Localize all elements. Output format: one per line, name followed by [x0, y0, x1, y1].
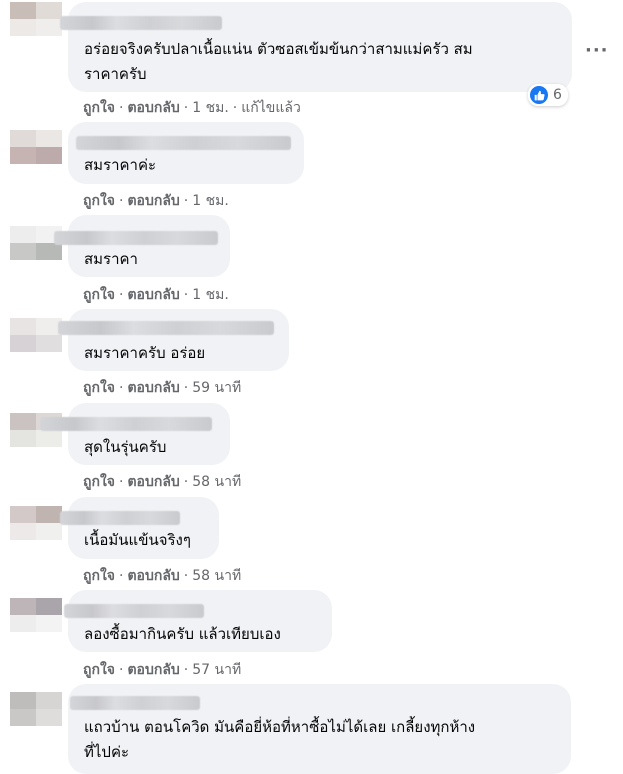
comment-bubble: สมราคา	[54, 215, 230, 277]
reaction-count: 6	[553, 87, 562, 103]
separator: ·	[119, 287, 124, 303]
separator: ·	[119, 474, 124, 490]
author-name[interactable]	[40, 417, 212, 431]
like-button[interactable]: ถูกใจ	[83, 474, 115, 490]
like-button[interactable]: ถูกใจ	[83, 380, 115, 396]
comment-bubble: ลองซื้อมากินครับ แล้วเทียบเอง	[64, 590, 332, 652]
separator: ·	[183, 568, 189, 584]
edited-label[interactable]: แก้ไขแล้ว	[241, 100, 301, 116]
reply-button[interactable]: ตอบกลับ	[127, 662, 179, 678]
comment-actions: ถูกใจ · ตอบกลับ · 58 นาที	[83, 565, 241, 587]
comment-text: สมราคาครับ อร่อย	[84, 344, 206, 362]
author-name[interactable]	[60, 511, 180, 525]
comment-bubble: สมราคาค่ะ	[68, 122, 304, 184]
avatar[interactable]	[10, 598, 62, 632]
comment-actions: ถูกใจ · ตอบกลับ · 58 นาที	[83, 471, 241, 493]
comment-bubble: สุดในรุ่นครับ	[40, 403, 230, 465]
comment-bubble: แถวบ้าน ตอนโควิด มันคือยี่ห้อที่หาซื้อไม…	[68, 684, 571, 774]
comment-text: สุดในรุ่นครับ	[84, 438, 167, 456]
comment-text: ลองซื้อมากินครับ แล้วเทียบเอง	[84, 625, 281, 643]
comment-actions: ถูกใจ · ตอบกลับ · 59 นาที	[83, 377, 241, 399]
avatar[interactable]	[10, 692, 62, 726]
author-name[interactable]	[64, 604, 204, 618]
reply-button[interactable]: ตอบกลับ	[127, 380, 179, 396]
separator: ·	[183, 380, 189, 396]
separator: ·	[119, 568, 124, 584]
timestamp[interactable]: 1 ชม.	[192, 287, 229, 303]
comment-actions: ถูกใจ · ตอบกลับ · 1 ชม.	[83, 190, 229, 212]
comment-text: สมราคา	[84, 250, 138, 268]
comment-actions: ถูกใจ · ตอบกลับ · 1 ชม. · แก้ไขแล้ว	[83, 97, 301, 119]
timestamp[interactable]: 58 นาที	[192, 474, 241, 490]
comment-text: ราคาครับ	[84, 65, 147, 83]
like-button[interactable]: ถูกใจ	[83, 662, 115, 678]
comment-actions: ถูกใจ · ตอบกลับ · 1 ชม.	[83, 284, 229, 306]
avatar[interactable]	[10, 318, 62, 352]
author-name[interactable]	[54, 231, 218, 245]
timestamp[interactable]: 1 ชม.	[192, 193, 229, 209]
author-name[interactable]	[70, 696, 200, 710]
separator: ·	[183, 287, 189, 303]
avatar[interactable]	[10, 2, 62, 36]
reply-button[interactable]: ตอบกลับ	[127, 100, 179, 116]
timestamp[interactable]: 57 นาที	[192, 662, 241, 678]
separator: ·	[119, 380, 124, 396]
comment-text: สมราคาค่ะ	[84, 156, 157, 174]
reply-button[interactable]: ตอบกลับ	[127, 287, 179, 303]
author-name[interactable]	[76, 136, 291, 150]
avatar[interactable]	[10, 130, 62, 164]
author-name[interactable]	[60, 16, 222, 30]
avatar[interactable]	[10, 506, 62, 540]
like-button[interactable]: ถูกใจ	[83, 100, 115, 116]
separator: ·	[119, 100, 124, 116]
reaction-badge[interactable]: 6	[528, 84, 568, 106]
timestamp[interactable]: 1 ชม.	[192, 100, 229, 116]
like-button[interactable]: ถูกใจ	[83, 193, 115, 209]
reply-button[interactable]: ตอบกลับ	[127, 193, 179, 209]
comment-bubble: เนื้อมันแข้นจริงๆ	[60, 497, 219, 559]
separator: ·	[119, 193, 124, 209]
timestamp[interactable]: 59 นาที	[192, 380, 241, 396]
comment-text: ที่ไปค่ะ	[84, 743, 130, 761]
separator: ·	[232, 100, 238, 116]
like-button[interactable]: ถูกใจ	[83, 568, 115, 584]
separator: ·	[183, 662, 189, 678]
thumbs-up-icon	[530, 86, 548, 104]
comment-text: อร่อยจริงครับปลาเนื้อแน่น ตัวซอสเข้มข้นก…	[84, 40, 473, 58]
comment-actions: ถูกใจ · ตอบกลับ · 57 นาที	[83, 659, 241, 681]
comment-bubble: สมราคาครับ อร่อย	[58, 309, 289, 371]
separator: ·	[119, 662, 124, 678]
timestamp[interactable]: 58 นาที	[192, 568, 241, 584]
reply-button[interactable]: ตอบกลับ	[127, 568, 179, 584]
reply-button[interactable]: ตอบกลับ	[127, 474, 179, 490]
separator: ·	[183, 193, 189, 209]
comment-bubble: อร่อยจริงครับปลาเนื้อแน่น ตัวซอสเข้มข้นก…	[60, 2, 572, 92]
like-button[interactable]: ถูกใจ	[83, 287, 115, 303]
separator: ·	[183, 474, 189, 490]
more-options-icon[interactable]: ···	[585, 40, 609, 61]
comment-text: เนื้อมันแข้นจริงๆ	[84, 531, 191, 549]
comment-text: แถวบ้าน ตอนโควิด มันคือยี่ห้อที่หาซื้อไม…	[84, 718, 476, 736]
separator: ·	[183, 100, 189, 116]
author-name[interactable]	[58, 321, 274, 335]
